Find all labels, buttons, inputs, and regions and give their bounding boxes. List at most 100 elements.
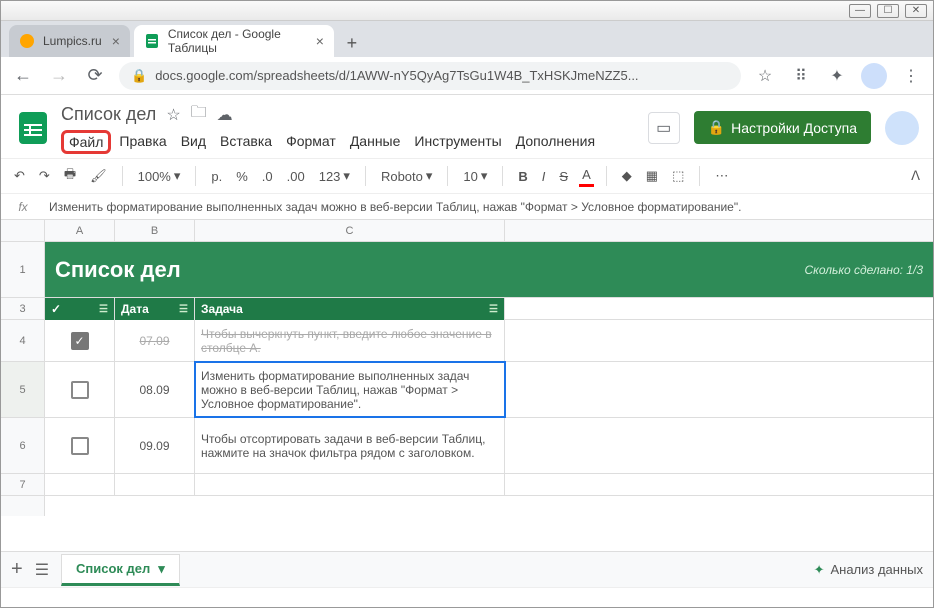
- translate-icon[interactable]: ⠿: [789, 64, 813, 88]
- filter-icon[interactable]: ☰: [99, 304, 108, 315]
- row-header[interactable]: 5: [1, 362, 44, 418]
- cell-date[interactable]: 08.09: [115, 362, 195, 417]
- menu-format[interactable]: Формат: [280, 130, 342, 154]
- cell-checkbox[interactable]: [45, 418, 115, 473]
- cell-task[interactable]: Чтобы вычеркнуть пункт, введите любое зн…: [195, 320, 505, 361]
- explore-icon: ✦: [814, 562, 825, 578]
- browser-tab-sheets[interactable]: Список дел - Google Таблицы ×: [134, 25, 334, 57]
- menu-bar: Файл Правка Вид Вставка Формат Данные Ин…: [61, 130, 638, 154]
- cloud-status-icon[interactable]: ☁: [217, 105, 233, 125]
- filter-icon[interactable]: ☰: [489, 304, 498, 315]
- undo-button[interactable]: ↶: [11, 166, 28, 186]
- browser-menu-icon[interactable]: ⋮: [899, 64, 923, 88]
- formula-bar[interactable]: fx Изменить форматирование выполненных з…: [1, 194, 933, 220]
- browser-tab-lumpics[interactable]: Lumpics.ru ×: [9, 25, 130, 57]
- increase-decimal-button[interactable]: .00: [284, 167, 308, 186]
- lock-icon: 🔒: [131, 68, 147, 84]
- close-icon[interactable]: ×: [112, 33, 120, 49]
- percent-button[interactable]: %: [233, 167, 251, 186]
- row-header[interactable]: 6: [1, 418, 44, 474]
- row-header[interactable]: 1: [1, 242, 44, 298]
- header-date[interactable]: Дата☰: [115, 298, 195, 320]
- italic-button[interactable]: I: [539, 167, 549, 186]
- spreadsheet-grid[interactable]: 1 3 4 5 6 7 A B C Список дел Сколько сде…: [1, 220, 933, 516]
- star-icon[interactable]: ☆: [166, 105, 180, 125]
- more-toolbar-button[interactable]: ⋯: [712, 166, 731, 186]
- browser-toolbar: ← → ⟳ 🔒 docs.google.com/spreadsheets/d/1…: [1, 57, 933, 95]
- currency-button[interactable]: р.: [208, 167, 225, 186]
- filter-icon[interactable]: ☰: [179, 304, 188, 315]
- back-button[interactable]: ←: [11, 64, 35, 88]
- menu-tools[interactable]: Инструменты: [408, 130, 507, 154]
- move-folder-icon[interactable]: 🗀: [191, 101, 207, 128]
- cell-empty[interactable]: [115, 474, 195, 495]
- account-avatar[interactable]: [885, 111, 919, 145]
- lock-icon: 🔒: [708, 119, 725, 136]
- cell-checkbox[interactable]: [45, 362, 115, 417]
- doc-title[interactable]: Список дел: [61, 104, 156, 125]
- cell-date[interactable]: 07.09: [115, 320, 195, 361]
- print-button[interactable]: 🖶: [61, 163, 79, 189]
- new-tab-button[interactable]: +: [338, 29, 366, 57]
- lumpics-favicon: [19, 33, 35, 49]
- forward-button[interactable]: →: [47, 64, 71, 88]
- decrease-decimal-button[interactable]: .0: [259, 167, 276, 186]
- redo-button[interactable]: ↷: [36, 166, 53, 186]
- url-text: docs.google.com/spreadsheets/d/1AWW-nY5Q…: [155, 68, 638, 83]
- font-select[interactable]: Roboto ▾: [378, 166, 435, 186]
- more-formats-button[interactable]: 123 ▾: [316, 166, 353, 186]
- bold-button[interactable]: B: [515, 167, 530, 186]
- menu-edit[interactable]: Правка: [113, 130, 172, 154]
- column-headers: A B C: [45, 220, 933, 242]
- row-header[interactable]: 4: [1, 320, 44, 362]
- window-maximize[interactable]: ☐: [877, 4, 899, 18]
- share-button[interactable]: 🔒 Настройки Доступа: [694, 111, 871, 144]
- explore-button[interactable]: ✦ Анализ данных: [814, 562, 923, 578]
- explore-label: Анализ данных: [830, 562, 923, 577]
- header-task[interactable]: Задача☰: [195, 298, 505, 320]
- col-header[interactable]: A: [45, 220, 115, 241]
- borders-button[interactable]: ▦: [643, 166, 661, 186]
- menu-insert[interactable]: Вставка: [214, 130, 278, 154]
- merge-button[interactable]: ⬚: [669, 166, 687, 186]
- window-close[interactable]: ✕: [905, 4, 927, 18]
- col-header[interactable]: B: [115, 220, 195, 241]
- fill-color-button[interactable]: ◆: [619, 166, 635, 186]
- window-titlebar: — ☐ ✕: [1, 1, 933, 21]
- row-header[interactable]: 3: [1, 298, 44, 320]
- sheet-tab[interactable]: Список дел ▾: [61, 554, 180, 586]
- row-header[interactable]: 7: [1, 474, 44, 496]
- zoom-select[interactable]: 100% ▾: [135, 166, 184, 186]
- menu-addons[interactable]: Дополнения: [510, 130, 601, 154]
- collapse-toolbar-button[interactable]: ᐱ: [908, 166, 923, 186]
- text-color-button[interactable]: A: [579, 165, 594, 187]
- header-check[interactable]: ✓☰: [45, 298, 115, 320]
- title-row[interactable]: Список дел Сколько сделано: 1/3: [45, 242, 933, 298]
- menu-view[interactable]: Вид: [175, 130, 212, 154]
- add-sheet-button[interactable]: +: [11, 558, 23, 581]
- strike-button[interactable]: S: [556, 167, 571, 186]
- cell-task[interactable]: Чтобы отсортировать задачи в веб-версии …: [195, 418, 505, 473]
- sheets-favicon: [144, 33, 160, 49]
- all-sheets-button[interactable]: ☰: [35, 560, 49, 580]
- bookmark-star-icon[interactable]: ☆: [753, 64, 777, 88]
- col-header[interactable]: C: [195, 220, 505, 241]
- formula-text: Изменить форматирование выполненных зада…: [45, 200, 741, 214]
- cell-task-selected[interactable]: Изменить форматирование выполненных зада…: [195, 362, 505, 417]
- cell-empty[interactable]: [45, 474, 115, 495]
- paint-format-button[interactable]: 🖌: [87, 166, 110, 186]
- close-icon[interactable]: ×: [316, 33, 324, 49]
- menu-file[interactable]: Файл: [61, 130, 111, 154]
- cell-empty[interactable]: [195, 474, 505, 495]
- window-minimize[interactable]: —: [849, 4, 871, 18]
- menu-data[interactable]: Данные: [344, 130, 407, 154]
- cell-date[interactable]: 09.09: [115, 418, 195, 473]
- profile-avatar[interactable]: [861, 63, 887, 89]
- reload-button[interactable]: ⟳: [83, 64, 107, 88]
- extensions-icon[interactable]: ✦: [825, 64, 849, 88]
- address-bar[interactable]: 🔒 docs.google.com/spreadsheets/d/1AWW-nY…: [119, 62, 741, 90]
- font-size-select[interactable]: 10 ▾: [460, 166, 490, 186]
- cell-checkbox[interactable]: ✓: [45, 320, 115, 361]
- comments-button[interactable]: ▭: [648, 112, 680, 144]
- sheets-app-icon[interactable]: [15, 110, 51, 146]
